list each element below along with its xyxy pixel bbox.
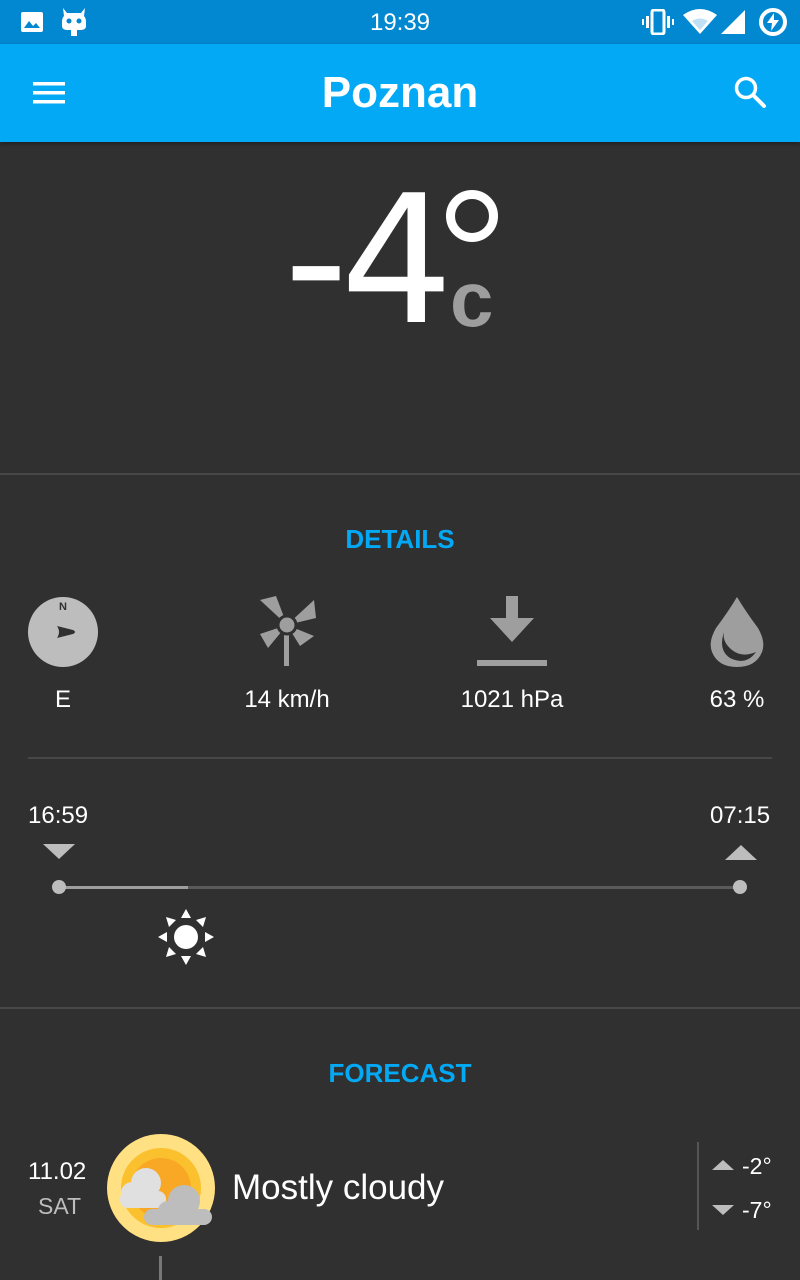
daylight-progress [58,886,188,889]
track-end-dot [733,880,747,894]
humidity-drop-icon [710,597,764,667]
wind-turbine-icon [260,596,316,666]
pressure-value: 1021 hPa [460,686,564,713]
forecast-description: Mostly cloudy [232,1168,445,1207]
status-bar: 19:39 [0,0,800,44]
forecast-day: SAT [38,1193,82,1219]
sunrise-time: 07:15 [710,802,771,829]
wifi-icon [683,9,717,34]
city-title: Poznan [321,68,479,117]
wind-direction-value: E [54,686,71,713]
partly-cloudy-icon [107,1134,215,1242]
temperature-value: -4 [284,157,454,364]
battery-charging-icon [759,8,787,36]
sunset-time: 16:59 [28,802,89,829]
forecast-date: 11.02 [28,1158,87,1185]
forecast-low: -7° [742,1197,772,1223]
forecast-high: -2° [742,1153,772,1179]
track-start-dot [52,880,66,894]
search-icon [734,76,766,108]
status-time: 19:39 [369,9,431,36]
vibrate-icon [642,9,674,35]
daylight-track [58,886,740,889]
forecast-separator [697,1142,699,1230]
divider [28,757,772,759]
signal-icon [721,10,745,34]
forecast-title: FORECAST [328,1058,472,1088]
search-button[interactable] [726,68,774,116]
temperature-unit: c [450,255,494,343]
sunset-arrow-icon [43,844,75,859]
details-title: DETAILS [345,524,455,554]
sun-icon [158,909,214,965]
divider [0,1007,800,1009]
degree-symbol [446,190,498,242]
compass-icon: N [28,597,98,667]
sunrise-arrow-icon [725,845,757,860]
humidity-value: 63 % [709,686,765,713]
low-temp-arrow-icon [712,1205,734,1215]
svg-text:N: N [59,601,67,613]
forecast-timeline-line [159,1256,162,1280]
pressure-icon [477,596,547,666]
current-temperature-panel: -4 c [0,142,800,474]
app-bar: Poznan [0,44,800,142]
high-temp-arrow-icon [712,1160,734,1170]
wind-speed-value: 14 km/h [244,686,330,713]
divider [0,473,800,475]
